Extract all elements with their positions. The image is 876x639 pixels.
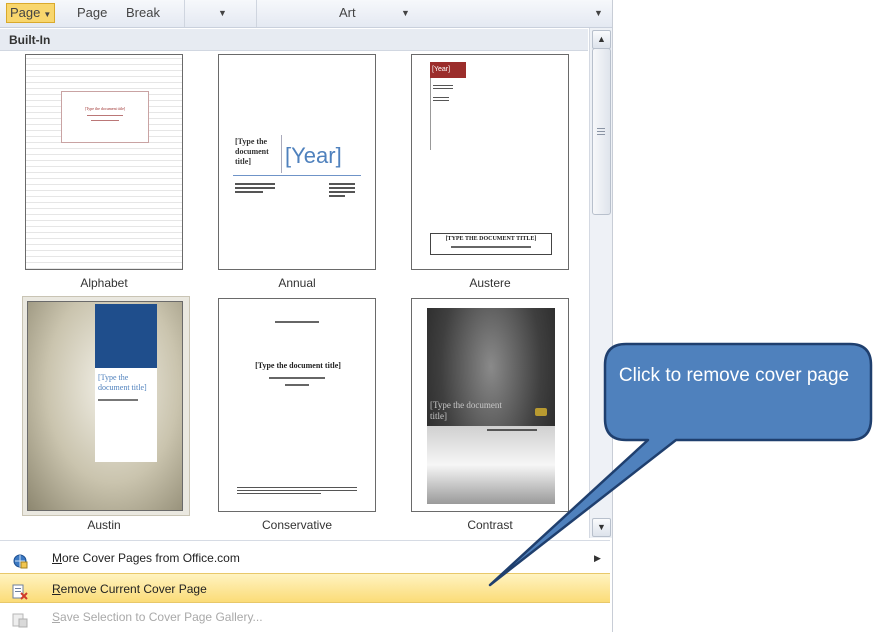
ribbon-page-break-button[interactable]: Break <box>123 4 163 22</box>
grip-icon <box>597 128 605 129</box>
contrast-light-panel <box>427 426 555 504</box>
conservative-preview-lines <box>285 384 309 386</box>
annual-rule <box>233 175 361 176</box>
contrast-emblem-icon <box>535 408 547 416</box>
ribbon-cover-page-button[interactable]: Page ▼ <box>6 3 56 23</box>
conservative-preview-title: [Type the document title] <box>255 361 341 370</box>
scroll-thumb[interactable] <box>592 48 611 215</box>
annual-preview-year: [Year] <box>285 143 342 168</box>
austin-preview-lines <box>98 399 138 401</box>
tile-label-contrast: Contrast <box>467 518 513 532</box>
alphabet-preview-lines <box>91 120 119 121</box>
scroll-down-button[interactable]: ▼ <box>592 518 611 537</box>
cover-tile-austin[interactable]: [Type the document title] <box>27 301 183 511</box>
austere-preview-lines <box>433 83 453 91</box>
alphabet-title-box: [Type the document title] <box>61 91 149 143</box>
gallery-heading: Built-In <box>0 29 588 51</box>
scroll-up-button[interactable]: ▲ <box>592 30 611 49</box>
austere-preview-lines <box>433 95 449 103</box>
ribbon-strip: Page ▼ Page Break ▼ Art ▼ ▼ <box>0 0 612 28</box>
cover-tile-austere[interactable]: [Year] [TYPE THE DOCUMENT TITLE] <box>411 54 569 270</box>
grip-icon <box>597 131 605 132</box>
remove-cover-page-label: Remove Current Cover Page <box>52 582 207 596</box>
chevron-right-icon: ▶ <box>594 553 601 563</box>
more-cover-pages-label: More Cover Pages from Office.com <box>52 551 240 565</box>
tile-label-alphabet: Alphabet <box>80 276 128 290</box>
conservative-preview-lines <box>237 485 357 496</box>
austere-title-box: [TYPE THE DOCUMENT TITLE] <box>430 233 552 255</box>
callout-text: Click to remove cover page <box>618 365 850 386</box>
ribbon-divider <box>256 0 257 27</box>
conservative-preview-lines <box>269 377 325 379</box>
cover-page-gallery-panel: Page ▼ Page Break ▼ Art ▼ ▼ Built-In ▲ ▼ … <box>0 0 613 632</box>
annual-preview-title: [Type the document title] <box>235 137 269 166</box>
cover-tile-conservative[interactable]: [Type the document title] <box>218 298 376 512</box>
chevron-down-icon[interactable]: ▼ <box>398 4 413 22</box>
ribbon-divider <box>184 0 185 27</box>
cover-tile-contrast[interactable]: [Type the document title] <box>411 298 569 512</box>
chevron-down-icon: ▼ <box>597 522 606 532</box>
chevron-down-icon[interactable]: ▼ <box>215 4 230 22</box>
cover-tile-annual[interactable]: [Type the document title] [Year] <box>218 54 376 270</box>
cover-tile-alphabet[interactable]: [Type the document title] <box>25 54 183 270</box>
annual-divider <box>281 135 282 173</box>
chevron-up-icon: ▲ <box>597 34 606 44</box>
austin-preview-title: [Type the document title] <box>98 373 147 392</box>
globe-icon <box>12 550 28 569</box>
austere-preview-lines <box>451 246 531 248</box>
save-selection-item: Save Selection to Cover Page Gallery... <box>0 602 610 632</box>
alphabet-preview-title: [Type the document title] <box>84 106 126 111</box>
ribbon-art-button[interactable]: Art <box>336 4 359 22</box>
contrast-preview-title: [Type the document title] <box>430 400 502 421</box>
alphabet-preview-lines <box>87 115 123 116</box>
austere-preview-title: [TYPE THE DOCUMENT TITLE] <box>445 236 537 242</box>
contrast-preview-page: [Type the document title] <box>427 308 555 504</box>
annual-preview-lines <box>329 181 355 199</box>
save-selection-label: Save Selection to Cover Page Gallery... <box>52 610 263 624</box>
more-cover-pages-item[interactable]: More Cover Pages from Office.com ▶ <box>0 543 610 573</box>
ribbon-item-label: Page <box>10 5 41 20</box>
save-to-gallery-icon <box>12 609 28 628</box>
tile-label-austin: Austin <box>87 518 121 532</box>
austere-vertical-rule <box>430 78 431 150</box>
tile-label-annual: Annual <box>278 276 316 290</box>
grip-icon <box>597 134 605 135</box>
remove-page-icon <box>12 581 28 600</box>
austere-year-block: [Year] <box>430 62 466 78</box>
conservative-preview-lines <box>275 321 319 323</box>
contrast-preview-lines <box>487 429 537 431</box>
tile-label-conservative: Conservative <box>261 518 333 532</box>
austin-page: [Type the document title] <box>95 304 157 462</box>
remove-cover-page-item[interactable]: Remove Current Cover Page <box>0 573 610 603</box>
menu-separator <box>0 540 610 541</box>
annual-preview-lines <box>235 181 275 195</box>
chevron-down-icon[interactable]: ▼ <box>591 4 606 22</box>
gallery-scrollbar[interactable]: ▲ ▼ <box>589 28 612 538</box>
tile-label-austere: Austere <box>469 276 511 290</box>
chevron-down-icon: ▼ <box>43 10 52 19</box>
austin-blue-band <box>95 304 157 368</box>
ribbon-blank-page-button[interactable]: Page <box>74 4 110 22</box>
